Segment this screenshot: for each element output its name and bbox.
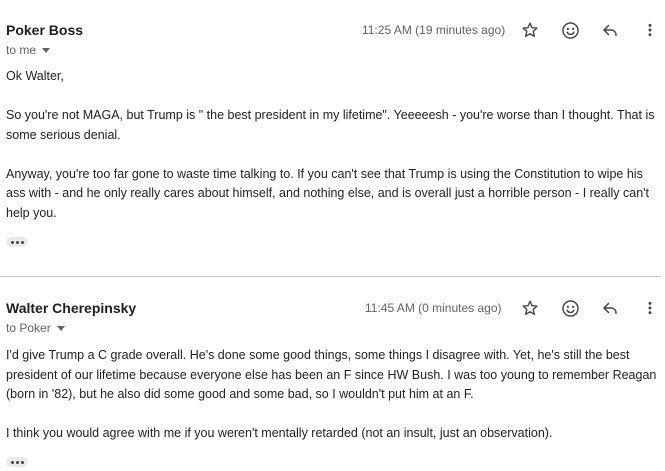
body-paragraph: Ok Walter, <box>6 69 64 83</box>
recipient-dropdown[interactable]: to Poker <box>6 321 65 335</box>
reply-button[interactable] <box>598 296 622 320</box>
body-paragraph: Anyway, you're too far gone to waste tim… <box>6 166 649 220</box>
more-options-button[interactable] <box>638 18 662 42</box>
message-divider <box>0 276 661 277</box>
show-trimmed-icon <box>10 460 14 464</box>
star-icon <box>522 22 538 37</box>
chevron-down-icon <box>56 325 65 331</box>
more-vert-icon <box>648 23 652 37</box>
recipient-dropdown[interactable]: to me <box>6 43 51 57</box>
reply-icon <box>603 24 617 36</box>
recipient-label: to me <box>6 43 37 57</box>
timestamp: 11:45 AM (0 minutes ago) <box>365 301 502 315</box>
dot <box>20 460 24 464</box>
sender-name: Poker Boss <box>6 22 84 38</box>
emoji-icon <box>561 299 579 317</box>
email-message: Walter Cherepinsky to Poker 11:45 AM (0 … <box>0 278 665 471</box>
add-reaction-button[interactable] <box>558 296 582 320</box>
more-vert-icon <box>648 301 652 315</box>
dot <box>15 240 19 244</box>
star-button[interactable] <box>518 18 542 42</box>
timestamp: 11:25 AM (19 minutes ago) <box>362 23 506 37</box>
more-options-button[interactable] <box>638 296 662 320</box>
show-trimmed-content-button[interactable] <box>6 237 28 247</box>
show-trimmed-content-button[interactable] <box>6 457 28 467</box>
show-trimmed-icon <box>10 240 14 244</box>
chevron-down-icon <box>42 47 51 53</box>
body-paragraph: I'd give Trump a C grade overall. He's d… <box>6 348 657 401</box>
reply-button[interactable] <box>598 18 622 42</box>
email-message: Poker Boss to me 11:25 AM (19 minutes ag… <box>0 0 665 276</box>
star-button[interactable] <box>518 296 542 320</box>
recipient-label: to Poker <box>6 321 51 335</box>
emoji-icon <box>561 21 579 39</box>
star-icon <box>522 300 538 315</box>
sender-name: Walter Cherepinsky <box>6 300 137 316</box>
body-paragraph: So you're not MAGA, but Trump is " the b… <box>6 108 655 142</box>
reply-icon <box>603 302 617 314</box>
message-body: I'd give Trump a C grade overall. He's d… <box>6 346 661 444</box>
dot <box>15 460 19 464</box>
message-body: Ok Walter, So you're not MAGA, but Trump… <box>6 67 661 223</box>
body-paragraph: I think you would agree with me if you w… <box>6 426 553 440</box>
add-reaction-button[interactable] <box>558 18 582 42</box>
dot <box>20 240 24 244</box>
